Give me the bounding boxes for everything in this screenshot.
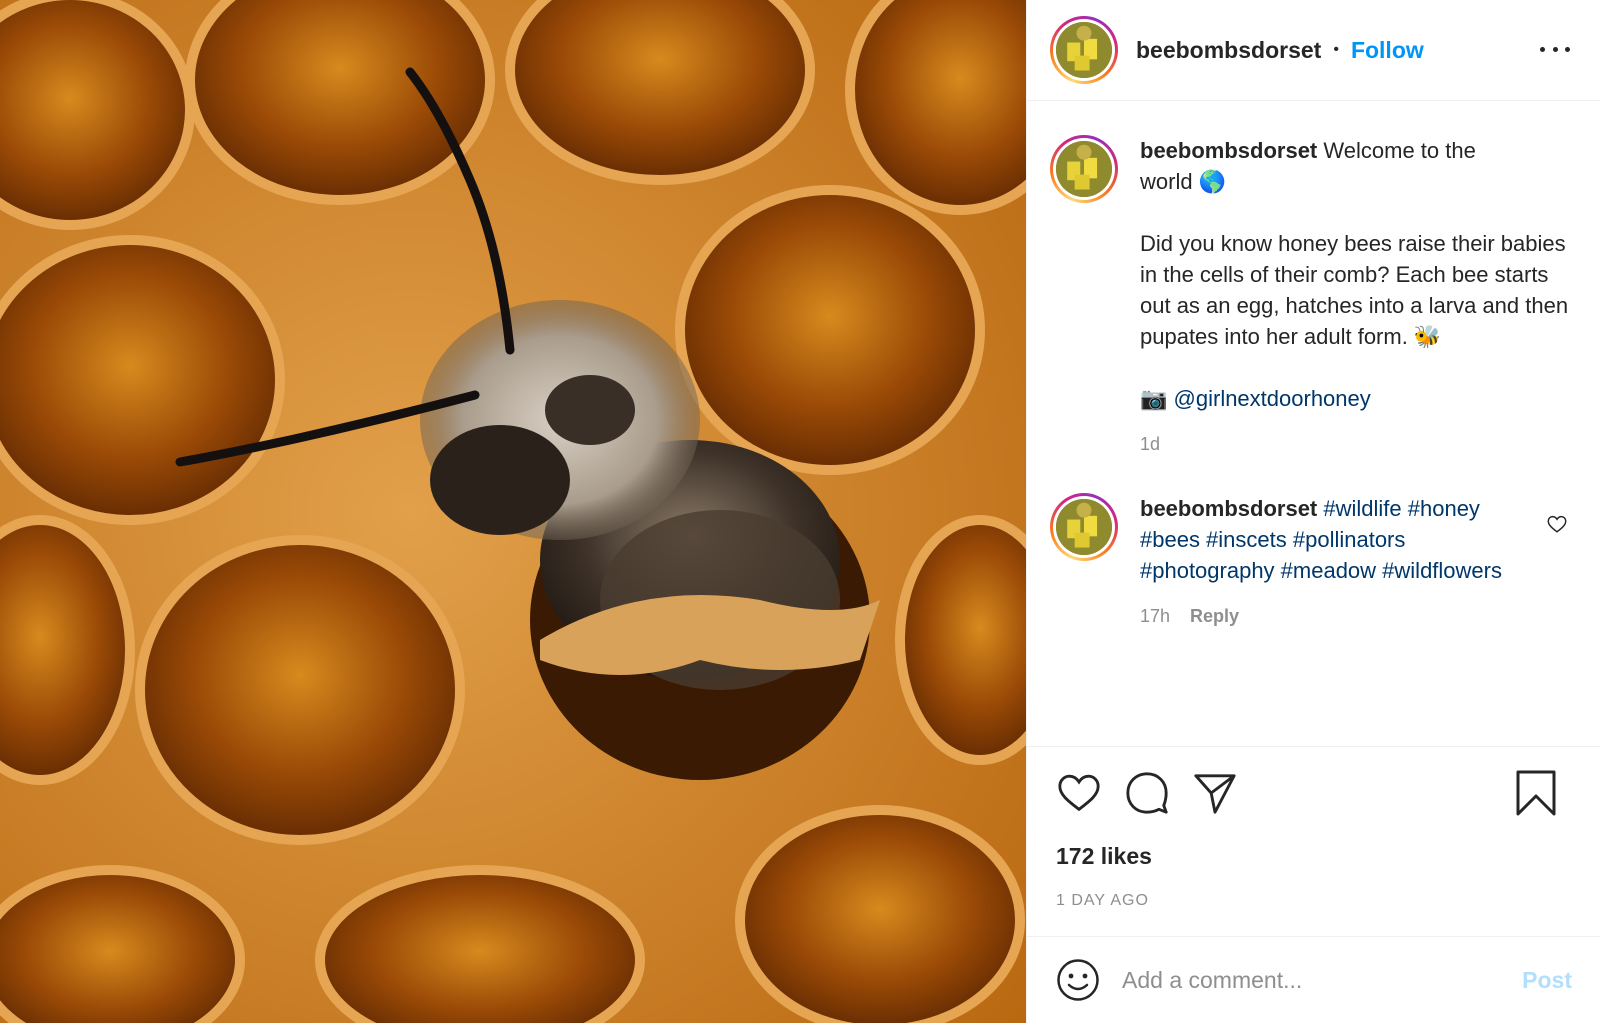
bee-honeycomb-image (0, 0, 1026, 1023)
post-photo[interactable] (0, 0, 1026, 1023)
caption-text: beebombsdorset Welcome to the world 🌎 Di… (1140, 135, 1570, 414)
bookmark-icon[interactable] (1514, 769, 1558, 817)
heart-icon[interactable] (1056, 770, 1102, 816)
caption-text-line2: world 🌎 (1140, 169, 1227, 194)
caption: beebombsdorset Welcome to the world 🌎 Di… (1050, 135, 1580, 455)
comment-input[interactable] (1122, 966, 1523, 994)
avatar-image (1056, 499, 1112, 555)
post-actions: 172 likes 1 DAY AGO (1027, 746, 1600, 936)
post-comment-button[interactable]: Post (1522, 967, 1572, 994)
comment-time[interactable]: 17h (1140, 606, 1170, 627)
more-options-icon[interactable] (1540, 36, 1570, 62)
action-icons (1056, 747, 1580, 839)
comments-list[interactable]: beebombsdorset Welcome to the world 🌎 Di… (1027, 101, 1600, 746)
camera-emoji: 📷 (1140, 386, 1168, 411)
avatar[interactable] (1050, 493, 1118, 561)
comment-like-heart-icon[interactable] (1546, 513, 1568, 535)
comment-username[interactable]: beebombsdorset (1140, 496, 1317, 521)
caption-meta: 1d (1140, 434, 1570, 455)
avatar[interactable] (1050, 16, 1118, 84)
caption-text-line1: Welcome to the (1323, 138, 1476, 163)
post-timestamp[interactable]: 1 DAY AGO (1056, 892, 1580, 910)
follow-button[interactable]: Follow (1351, 37, 1424, 64)
separator-dot: • (1333, 41, 1339, 58)
comment: beebombsdorset #wildlife #honey #bees #i… (1050, 493, 1580, 627)
caption-body: Did you know honey bees raise their babi… (1140, 231, 1575, 349)
avatar-image (1056, 141, 1112, 197)
add-comment-bar: Post (1027, 936, 1600, 1023)
caption-username[interactable]: beebombsdorset (1140, 138, 1317, 163)
comment-bubble-icon[interactable] (1124, 770, 1170, 816)
caption-time[interactable]: 1d (1140, 434, 1160, 455)
avatar-image (1056, 22, 1112, 78)
comment-text: beebombsdorset #wildlife #honey #bees #i… (1140, 493, 1540, 586)
likes-count[interactable]: 172 likes (1056, 843, 1580, 870)
avatar[interactable] (1050, 135, 1118, 203)
post-header: beebombsdorset • Follow (1027, 0, 1600, 101)
comment-meta: 17h Reply (1140, 606, 1540, 627)
post-side-panel: beebombsdorset • Follow beebombsdorset W… (1026, 0, 1600, 1023)
caption-mention-link[interactable]: @girlnextdoorhoney (1174, 386, 1371, 411)
paper-plane-icon[interactable] (1192, 770, 1238, 816)
reply-button[interactable]: Reply (1190, 606, 1239, 627)
header-username[interactable]: beebombsdorset (1136, 37, 1321, 64)
smiley-icon[interactable] (1056, 958, 1100, 1002)
